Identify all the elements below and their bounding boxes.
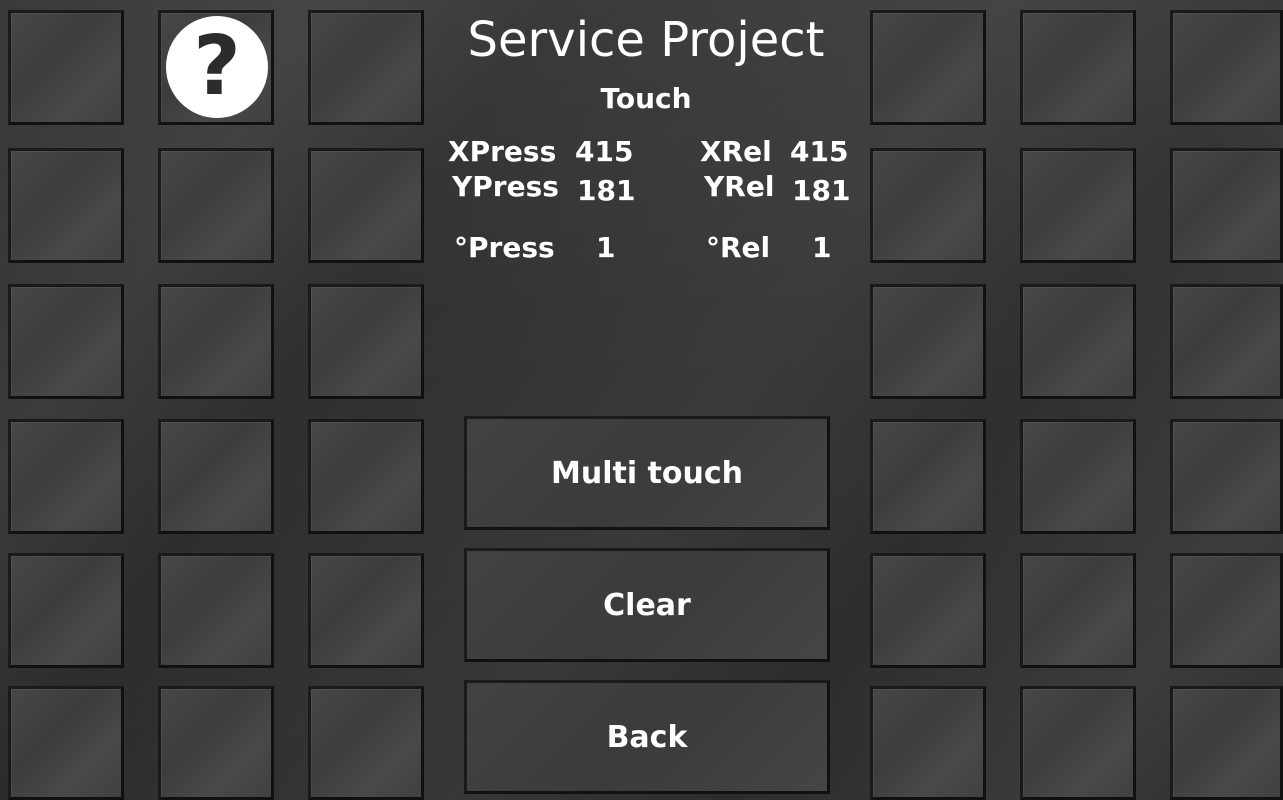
touch-tile[interactable] [158,553,274,668]
touch-tile[interactable] [1020,553,1136,668]
xrel-label: XRel [700,135,772,168]
xrel-value: 415 [790,135,849,168]
yrel-value: 181 [792,174,851,207]
touch-tile[interactable] [158,284,274,399]
touch-tile[interactable] [8,284,124,399]
touch-tile[interactable] [1170,10,1283,125]
rel-count-label: °Rel [706,231,771,264]
touch-tile[interactable] [308,686,424,800]
touch-tile[interactable] [1170,148,1283,263]
touch-tile[interactable] [870,10,986,125]
touch-tile[interactable] [1020,686,1136,800]
touch-tile[interactable] [8,553,124,668]
touch-tile[interactable] [1020,419,1136,534]
touch-tile[interactable] [870,148,986,263]
touch-tile[interactable] [8,419,124,534]
back-button[interactable]: Back [464,680,830,794]
touch-test-screen: ? Service Project Touch XPress 415 YPres… [0,0,1283,800]
touch-tile[interactable] [870,553,986,668]
touch-tile[interactable] [8,686,124,800]
ypress-value: 181 [577,174,636,207]
touch-tile[interactable] [8,10,124,125]
touch-tile[interactable] [308,419,424,534]
touch-tile[interactable] [1020,284,1136,399]
question-mark-icon[interactable]: ? [166,16,268,118]
touch-tile[interactable] [870,284,986,399]
touch-tile[interactable] [158,419,274,534]
touch-tile[interactable] [1170,284,1283,399]
press-count-label: °Press [454,231,555,264]
xpress-label: XPress [448,135,557,168]
multi-touch-button[interactable]: Multi touch [464,416,830,530]
touch-tile[interactable] [308,148,424,263]
touch-tile[interactable] [158,686,274,800]
touch-tile[interactable] [1170,419,1283,534]
touch-tile[interactable] [1020,10,1136,125]
touch-tile[interactable] [1170,553,1283,668]
touch-tile[interactable] [308,10,424,125]
yrel-label: YRel [704,170,775,203]
clear-button[interactable]: Clear [464,548,830,662]
touch-tile[interactable] [158,148,274,263]
page-title: Service Project [467,12,825,68]
touch-tile[interactable] [308,284,424,399]
press-count-value: 1 [596,231,616,264]
touch-tile[interactable] [308,553,424,668]
touch-tile[interactable] [8,148,124,263]
xpress-value: 415 [575,135,634,168]
page-subtitle: Touch [600,82,692,115]
touch-tile[interactable] [870,419,986,534]
touch-tile[interactable] [1170,686,1283,800]
rel-count-value: 1 [812,231,832,264]
ypress-label: YPress [452,170,559,203]
touch-tile[interactable] [870,686,986,800]
touch-tile[interactable] [1020,148,1136,263]
